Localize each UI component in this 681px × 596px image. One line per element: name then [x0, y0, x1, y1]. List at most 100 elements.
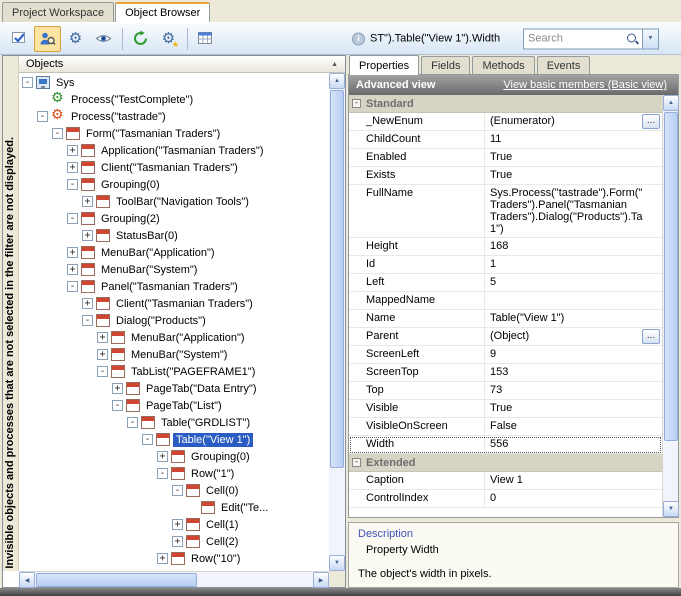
property-row[interactable]: Width556: [349, 436, 662, 454]
property-value[interactable]: View 1: [485, 472, 662, 489]
grid-vertical-scrollbar[interactable]: ▲ ▼: [662, 95, 678, 517]
tree-item-label[interactable]: MenuBar("Application"): [98, 246, 218, 260]
tree-item-label[interactable]: Panel("Tasmanian Traders"): [98, 280, 241, 294]
tree-item-label[interactable]: MenuBar("System"): [98, 263, 200, 277]
property-value[interactable]: 73: [485, 382, 662, 399]
property-row[interactable]: VisibleOnScreenFalse: [349, 418, 662, 436]
expand-icon[interactable]: +: [157, 553, 168, 564]
expand-icon[interactable]: +: [67, 247, 78, 258]
collapse-icon[interactable]: -: [67, 281, 78, 292]
tree-item-label[interactable]: Row("1"): [188, 467, 237, 481]
property-value[interactable]: (Enumerator)...: [485, 113, 662, 130]
collapse-icon[interactable]: -: [352, 458, 361, 467]
collapse-icon[interactable]: -: [127, 417, 138, 428]
tree-item[interactable]: - Table("View 1"): [20, 431, 329, 448]
tree-item-label[interactable]: Process("TestComplete"): [68, 93, 196, 107]
point-and-fix-button[interactable]: [34, 26, 61, 52]
tree-item[interactable]: -Dialog("Products"): [20, 312, 329, 329]
tab-project-workspace[interactable]: Project Workspace: [2, 2, 114, 22]
map-object-button[interactable]: [192, 26, 219, 52]
tree-item-label[interactable]: Client("Tasmanian Traders"): [113, 297, 256, 311]
tree-item-label[interactable]: Table("View 1"): [173, 433, 253, 447]
tree-item-label[interactable]: MenuBar("Application"): [128, 331, 248, 345]
tree-item[interactable]: -Process("TestComplete"): [20, 91, 329, 108]
collapse-icon[interactable]: -: [37, 111, 48, 122]
tab-object-browser[interactable]: Object Browser: [115, 2, 210, 22]
expand-icon[interactable]: +: [67, 264, 78, 275]
property-value[interactable]: True: [485, 400, 662, 417]
objects-column-header[interactable]: Objects ▲: [19, 56, 345, 73]
property-value[interactable]: 168: [485, 238, 662, 255]
collapse-icon[interactable]: -: [97, 366, 108, 377]
tree-item[interactable]: +Client("Tasmanian Traders"): [20, 159, 329, 176]
property-section-header[interactable]: -Standard: [349, 95, 662, 113]
tree-item-label[interactable]: Cell(0): [203, 484, 241, 498]
tree-item-label[interactable]: Edit("Te...: [218, 501, 271, 515]
tree-item[interactable]: -Table("GRDLIST"): [20, 414, 329, 431]
tree-item[interactable]: +PageTab("Data Entry"): [20, 380, 329, 397]
tree-item-label[interactable]: ToolBar("Navigation Tools"): [113, 195, 252, 209]
tree-item-label[interactable]: Grouping(2): [98, 212, 163, 226]
tree-item[interactable]: +Grouping(0): [20, 448, 329, 465]
expand-icon[interactable]: +: [82, 298, 93, 309]
tree-item[interactable]: - Sys: [20, 74, 329, 91]
property-row[interactable]: ControlIndex0: [349, 490, 662, 508]
tree-item-label[interactable]: PageTab("List"): [143, 399, 225, 413]
property-row[interactable]: ScreenTop153: [349, 364, 662, 382]
tree-item[interactable]: + Client("Tasmanian Traders"): [20, 295, 329, 312]
collapse-icon[interactable]: -: [82, 315, 93, 326]
tree-vertical-scrollbar[interactable]: ▲ ▼: [329, 73, 345, 571]
tree-item[interactable]: - Grouping(0): [20, 176, 329, 193]
tree-item-label[interactable]: Grouping(0): [98, 178, 163, 192]
tree-item[interactable]: +Row("10"): [20, 550, 329, 567]
collapse-icon[interactable]: -: [142, 434, 153, 445]
tree-item[interactable]: -PageTab("List"): [20, 397, 329, 414]
property-row[interactable]: _NewEnum(Enumerator)...: [349, 113, 662, 131]
property-value[interactable]: [485, 292, 662, 309]
tree-item-label[interactable]: Process("tastrade"): [68, 110, 169, 124]
collapse-icon[interactable]: -: [22, 77, 33, 88]
property-row[interactable]: FullNameSys.Process("tastrade").Form(" T…: [349, 185, 662, 238]
scrollbar-thumb[interactable]: [664, 112, 678, 441]
expand-icon[interactable]: +: [82, 196, 93, 207]
property-value[interactable]: 5: [485, 274, 662, 291]
property-row[interactable]: NameTable("View 1"): [349, 310, 662, 328]
property-value[interactable]: 556: [485, 436, 662, 453]
search-input[interactable]: [524, 33, 626, 45]
expand-icon[interactable]: +: [97, 332, 108, 343]
property-value[interactable]: 9: [485, 346, 662, 363]
tree-item[interactable]: +Cell(2): [20, 533, 329, 550]
search-dropdown-button[interactable]: ▼: [642, 29, 658, 48]
tree-item[interactable]: + ToolBar("Navigation Tools"): [20, 193, 329, 210]
object-settings-button[interactable]: ⚙: [62, 26, 89, 52]
scroll-down-icon[interactable]: ▼: [329, 555, 345, 571]
tree-item[interactable]: - Grouping(2): [20, 210, 329, 227]
tree-item[interactable]: -Form("Tasmanian Traders"): [20, 125, 329, 142]
expand-icon[interactable]: +: [172, 536, 183, 547]
tree-item[interactable]: + MenuBar("System"): [20, 261, 329, 278]
expand-icon[interactable]: +: [82, 230, 93, 241]
ellipsis-button[interactable]: ...: [642, 329, 660, 344]
scroll-left-icon[interactable]: ◀: [19, 572, 35, 588]
tree-item-label[interactable]: Sys: [53, 76, 77, 90]
property-row[interactable]: Top73: [349, 382, 662, 400]
tab-properties[interactable]: Properties: [349, 55, 419, 75]
collapse-icon[interactable]: -: [67, 179, 78, 190]
property-value[interactable]: 153: [485, 364, 662, 381]
tree-item-label[interactable]: StatusBar(0): [113, 229, 181, 243]
property-value[interactable]: True: [485, 167, 662, 184]
ellipsis-button[interactable]: ...: [642, 114, 660, 129]
tree-item[interactable]: - Panel("Tasmanian Traders"): [20, 278, 329, 295]
property-row[interactable]: ChildCount11: [349, 131, 662, 149]
tree-item[interactable]: -Cell(0): [20, 482, 329, 499]
highlight-object-button[interactable]: [6, 26, 33, 52]
search-icon[interactable]: [626, 32, 639, 45]
expand-icon[interactable]: +: [67, 145, 78, 156]
tree-item[interactable]: +Cell(1): [20, 516, 329, 533]
collapse-icon[interactable]: -: [67, 213, 78, 224]
collapse-icon[interactable]: -: [157, 468, 168, 479]
property-row[interactable]: Id1: [349, 256, 662, 274]
tree-item-label[interactable]: PageTab("Data Entry"): [143, 382, 260, 396]
property-row[interactable]: ExistsTrue: [349, 167, 662, 185]
property-row[interactable]: CaptionView 1: [349, 472, 662, 490]
